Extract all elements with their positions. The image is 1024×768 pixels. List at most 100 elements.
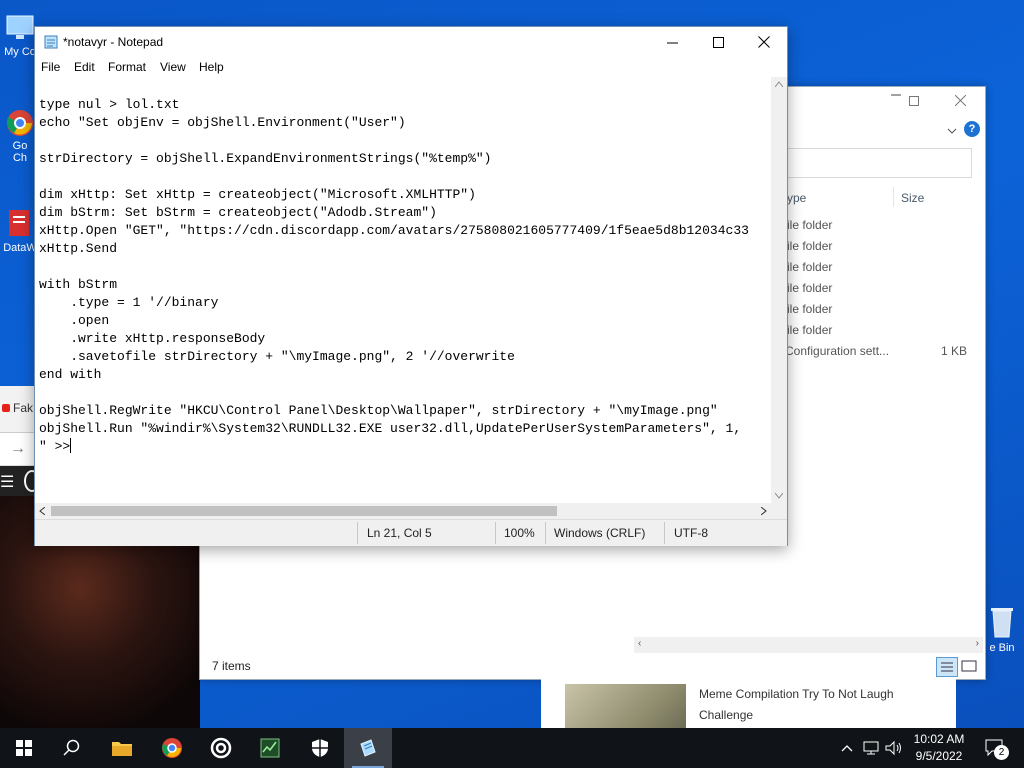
large-icons-view-icon xyxy=(961,660,977,672)
scroll-left-icon[interactable]: ‹ xyxy=(638,638,641,649)
taskbar: 10:02 AM 9/5/2022 2 xyxy=(0,728,1024,768)
scroll-right-icon[interactable]: › xyxy=(976,638,979,649)
title-bar[interactable]: *notavyr - Notepad xyxy=(35,27,787,57)
status-bar-item-count: 7 items xyxy=(212,659,251,673)
file-type: ile folder xyxy=(787,218,833,232)
speaker-icon xyxy=(885,740,901,756)
close-icon xyxy=(954,94,967,107)
menu-help[interactable]: Help xyxy=(199,60,224,74)
file-row[interactable]: Configuration sett... 1 KB xyxy=(785,344,983,365)
tray-overflow-button[interactable] xyxy=(838,728,856,768)
network-icon xyxy=(863,741,879,755)
file-size: 1 KB xyxy=(940,344,967,358)
horizontal-scrollbar[interactable] xyxy=(35,503,771,519)
taskbar-file-explorer[interactable] xyxy=(98,728,146,768)
menu-bar: File Edit Format View Help xyxy=(35,57,787,77)
close-button[interactable] xyxy=(741,27,787,57)
window-title: *notavyr - Notepad xyxy=(63,35,164,49)
file-row[interactable]: ile folder xyxy=(785,260,983,281)
file-type: Configuration sett... xyxy=(785,344,890,358)
large-icons-view-button[interactable] xyxy=(960,658,978,674)
status-divider xyxy=(495,522,496,544)
status-bar: Ln 21, Col 5 100% Windows (CRLF) UTF-8 xyxy=(35,519,787,546)
recycle-bin-icon xyxy=(991,608,1013,638)
video-title[interactable]: Meme Compilation Try To Not Laugh Challe… xyxy=(699,684,939,726)
desktop-icon-label: Go xyxy=(12,140,28,152)
taskbar-task-manager[interactable] xyxy=(246,728,294,768)
notepad-icon xyxy=(44,35,58,49)
editor-text: type nul > lol.txt echo "Set objEnv = ob… xyxy=(39,97,749,454)
action-center-button[interactable]: 2 xyxy=(980,728,1010,768)
close-button[interactable] xyxy=(954,94,967,109)
start-button[interactable] xyxy=(0,728,48,768)
file-row[interactable]: ile folder xyxy=(785,218,983,239)
file-row[interactable]: ile folder xyxy=(785,302,983,323)
scroll-down-icon[interactable] xyxy=(775,493,783,499)
scroll-right-icon[interactable] xyxy=(761,507,767,515)
target-icon xyxy=(210,737,232,759)
search-input[interactable] xyxy=(785,148,972,178)
scrollbar-corner xyxy=(771,503,787,519)
browser-tab-label[interactable]: Fak xyxy=(13,401,33,415)
close-icon xyxy=(758,36,770,48)
menu-edit[interactable]: Edit xyxy=(74,60,95,74)
tray-volume[interactable] xyxy=(884,728,904,768)
column-header-size[interactable]: Size xyxy=(901,191,924,205)
file-type: ile folder xyxy=(787,323,833,337)
minimize-icon xyxy=(891,94,901,96)
horizontal-scrollbar[interactable]: ‹ › xyxy=(634,637,983,653)
taskbar-circle-app[interactable] xyxy=(197,728,245,768)
maximize-icon xyxy=(909,96,919,106)
chart-icon xyxy=(260,738,280,758)
file-row[interactable]: ile folder xyxy=(785,281,983,302)
status-divider xyxy=(357,522,358,544)
desktop-icon-label: Ch xyxy=(12,152,28,164)
tray-network[interactable] xyxy=(860,728,882,768)
status-line-ending: Windows (CRLF) xyxy=(554,526,646,540)
notepad-icon xyxy=(360,739,376,757)
notepad-window: *notavyr - Notepad File Edit Format View… xyxy=(34,26,788,546)
chevron-up-icon xyxy=(841,745,853,752)
minimize-button[interactable] xyxy=(649,27,695,57)
ribbon-expand-button[interactable] xyxy=(947,124,957,138)
menu-file[interactable]: File xyxy=(41,60,60,74)
status-cursor-position: Ln 21, Col 5 xyxy=(367,526,432,540)
file-row[interactable]: ile folder xyxy=(785,239,983,260)
details-view-button[interactable] xyxy=(936,657,958,677)
desktop-icon-recycle-bin[interactable]: e Bin xyxy=(980,605,1024,654)
menu-view[interactable]: View xyxy=(160,60,186,74)
taskbar-notepad[interactable] xyxy=(344,728,392,768)
file-type: ile folder xyxy=(787,239,833,253)
taskbar-clock[interactable]: 10:02 AM 9/5/2022 xyxy=(903,731,975,765)
scroll-left-icon[interactable] xyxy=(39,507,45,515)
forward-arrow-icon[interactable]: → xyxy=(10,440,26,458)
text-editor-area[interactable]: type nul > lol.txt echo "Set objEnv = ob… xyxy=(35,77,771,519)
scrollbar-thumb[interactable] xyxy=(51,506,557,516)
help-icon[interactable]: ? xyxy=(964,121,980,137)
folder-icon xyxy=(112,742,132,756)
shield-icon xyxy=(312,739,328,757)
taskbar-chrome[interactable] xyxy=(148,728,196,768)
status-zoom: 100% xyxy=(504,526,535,540)
scroll-up-icon[interactable] xyxy=(775,81,783,87)
chrome-icon xyxy=(162,738,182,758)
file-type: ile folder xyxy=(787,260,833,274)
status-divider xyxy=(664,522,665,544)
menu-format[interactable]: Format xyxy=(108,60,146,74)
minimize-button[interactable] xyxy=(890,89,902,104)
maximize-button[interactable] xyxy=(909,95,919,109)
search-icon xyxy=(63,739,80,756)
search-button[interactable] xyxy=(48,728,96,768)
column-header-type[interactable]: ype xyxy=(787,191,806,205)
document-icon xyxy=(9,210,29,236)
windows-logo-icon xyxy=(16,740,32,756)
file-row[interactable]: ile folder xyxy=(785,323,983,344)
taskbar-security[interactable] xyxy=(296,728,344,768)
maximize-button[interactable] xyxy=(695,27,741,57)
text-caret xyxy=(70,438,72,453)
column-divider xyxy=(893,187,894,207)
vertical-scrollbar[interactable] xyxy=(771,77,787,503)
video-suggestion-card[interactable]: Meme Compilation Try To Not Laugh Challe… xyxy=(541,678,956,756)
desktop-icon-label: My Co xyxy=(4,46,36,58)
hamburger-menu-icon[interactable]: ☰ xyxy=(0,472,14,492)
